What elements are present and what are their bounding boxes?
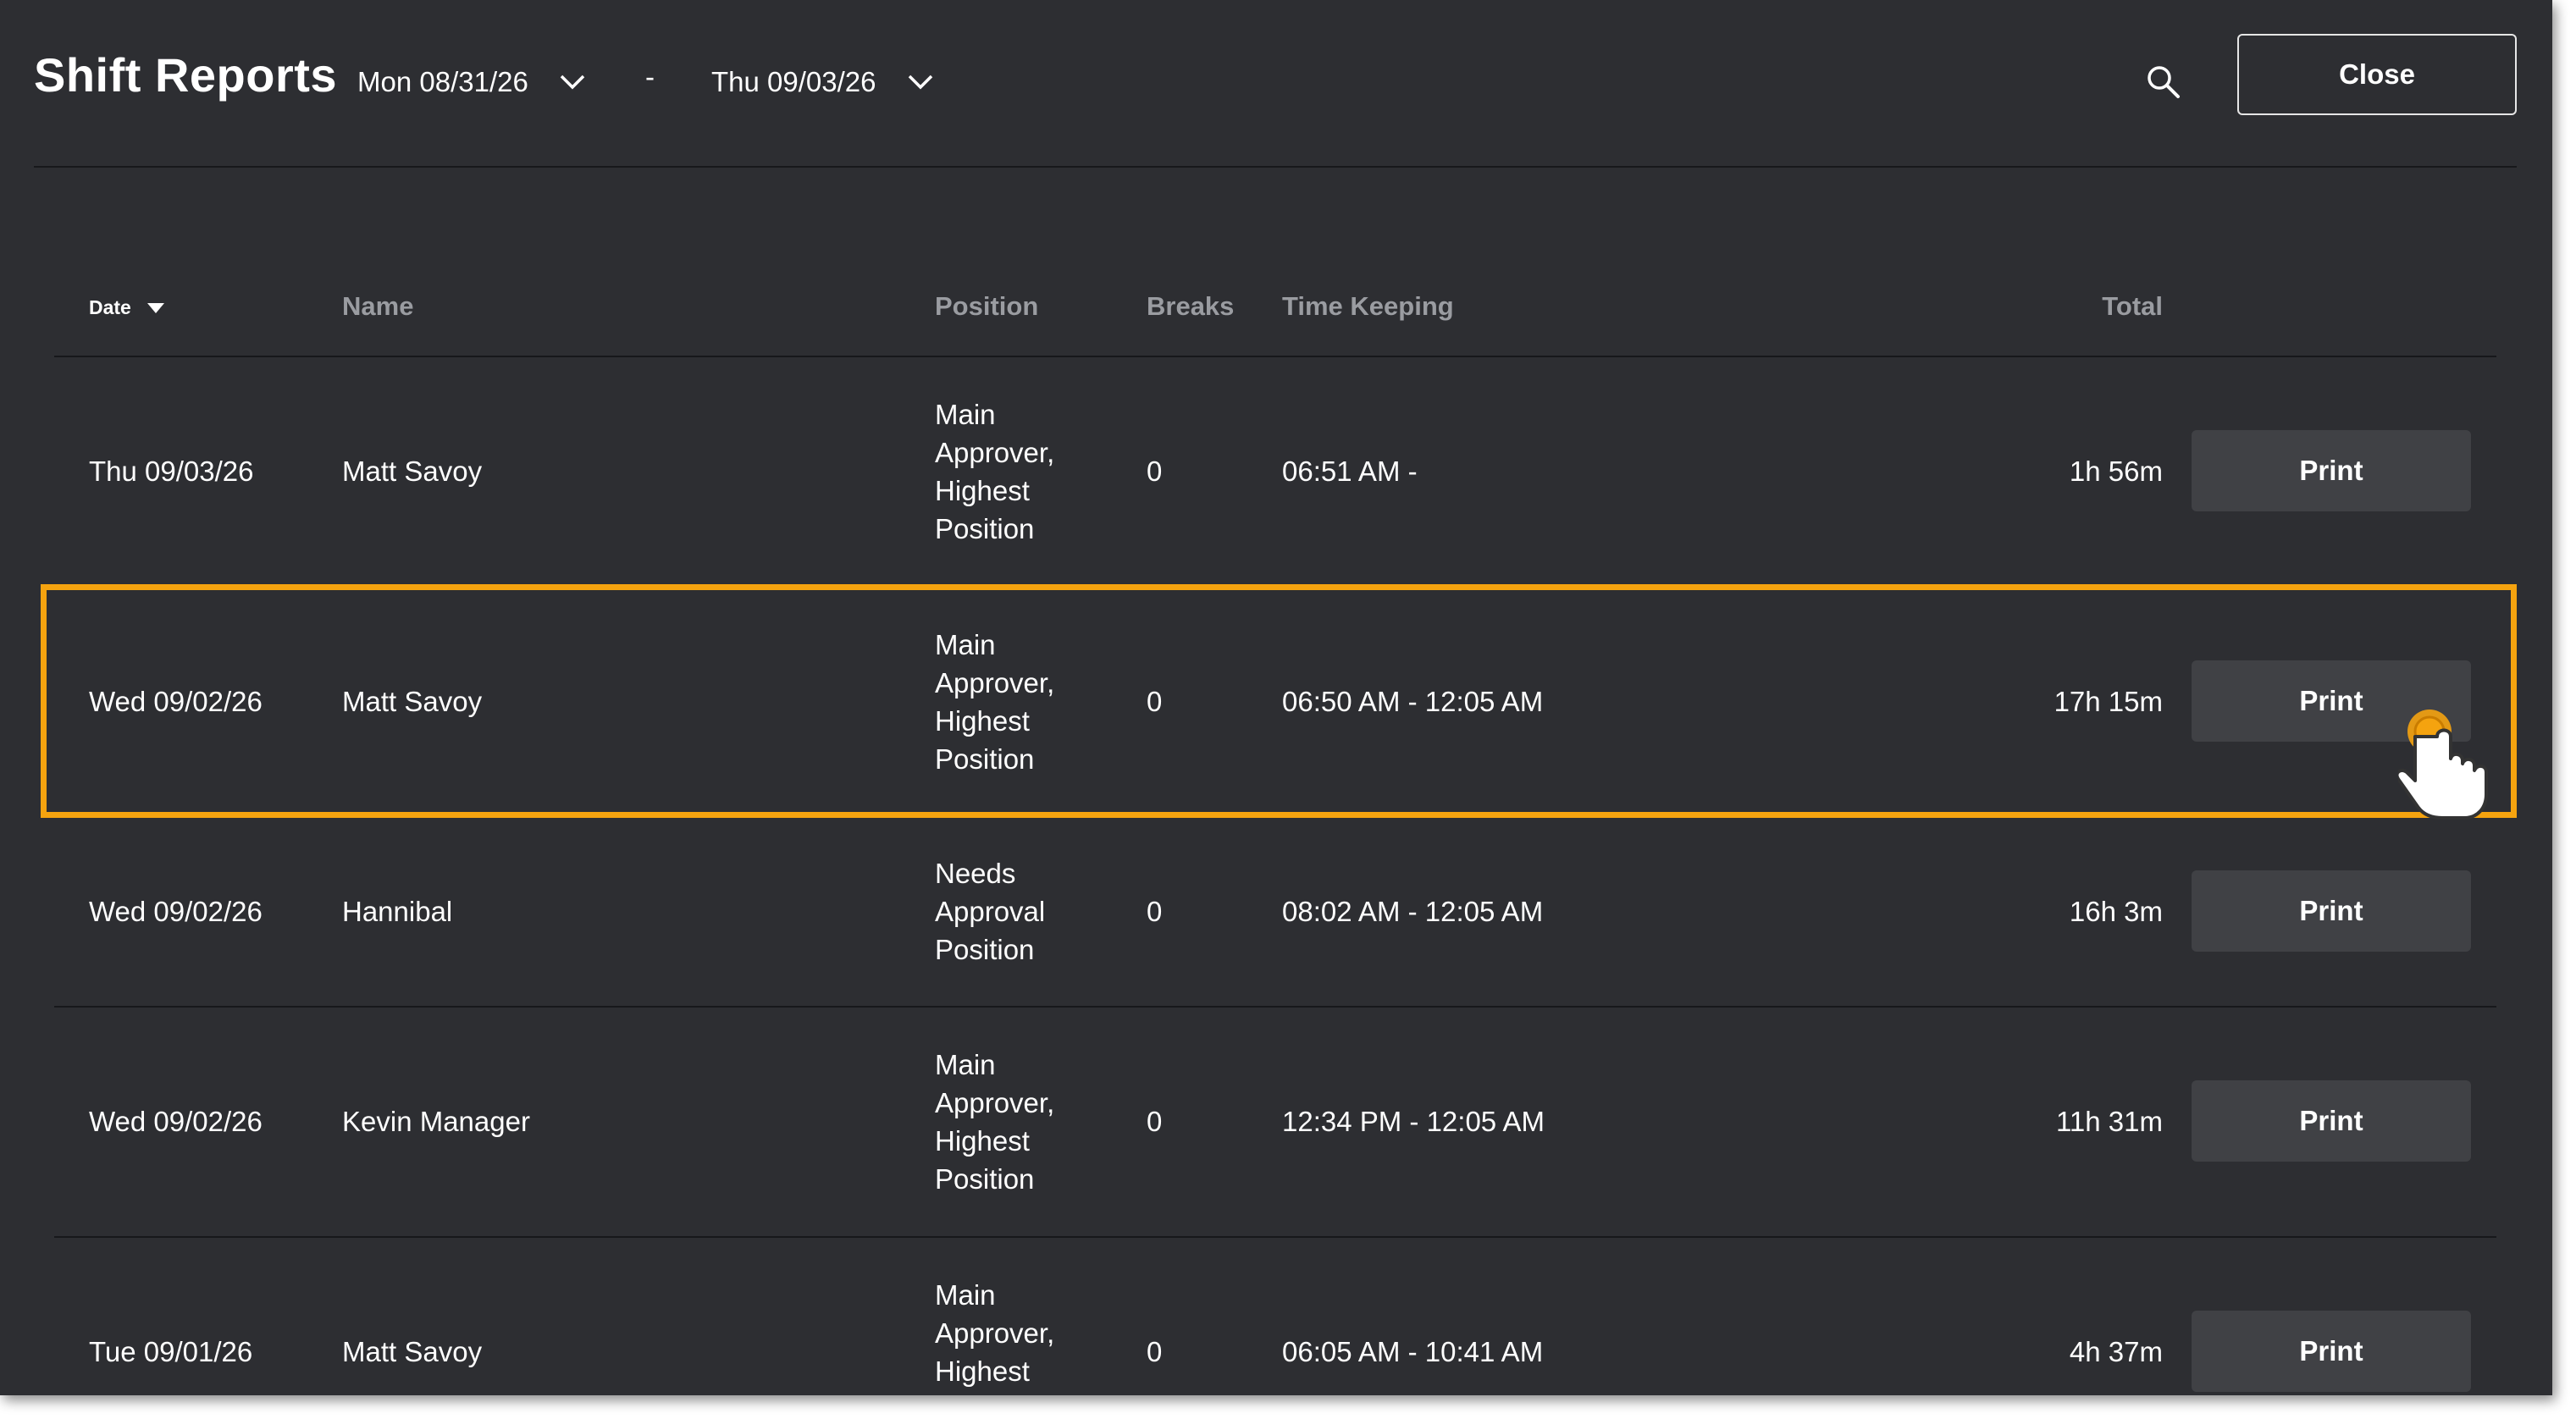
column-header-total: Total: [2102, 291, 2163, 321]
close-button[interactable]: Close: [2237, 34, 2517, 115]
chevron-down-icon: [560, 75, 585, 90]
row-date: Wed 09/02/26: [89, 1106, 263, 1137]
table-row: Thu 09/03/26 Matt Savoy Main Approver, H…: [54, 357, 2496, 586]
row-time-keeping: 12:34 PM - 12:05 AM: [1282, 1106, 1545, 1137]
table-row: Tue 09/01/26 Matt Savoy Main Approver, H…: [54, 1238, 2496, 1395]
row-breaks: 0: [1147, 686, 1163, 717]
start-date-select[interactable]: Mon 08/31/26: [357, 61, 586, 103]
print-button[interactable]: Print: [2192, 430, 2471, 511]
shift-reports-window: Shift Reports Mon 08/31/26 - Thu 09/03/2…: [0, 0, 2552, 1395]
row-time-keeping: 08:02 AM - 12:05 AM: [1282, 896, 1544, 927]
date-range-separator: -: [645, 61, 655, 92]
sort-desc-icon: [146, 302, 164, 313]
row-date: Wed 09/02/26: [89, 896, 263, 927]
row-breaks: 0: [1147, 1336, 1163, 1367]
column-header-time-keeping: Time Keeping: [1282, 291, 1454, 321]
row-total: 16h 3m: [2069, 896, 2163, 927]
row-name: Matt Savoy: [342, 456, 483, 487]
row-position: Main Approver, Highest Position: [935, 629, 1055, 775]
column-header-position: Position: [935, 291, 1039, 321]
row-date: Thu 09/03/26: [89, 456, 254, 487]
row-name: Hannibal: [342, 896, 453, 927]
column-header-name: Name: [342, 291, 414, 321]
row-name: Matt Savoy: [342, 686, 483, 717]
row-total: 11h 31m: [2056, 1106, 2163, 1137]
row-name: Kevin Manager: [342, 1106, 530, 1137]
row-breaks: 0: [1147, 1106, 1163, 1137]
chevron-down-icon: [908, 75, 932, 90]
row-date: Wed 09/02/26: [89, 686, 263, 717]
column-header-date-label: Date: [89, 296, 131, 318]
row-position: Needs Approval Position: [935, 858, 1046, 965]
start-date-value: Mon 08/31/26: [357, 66, 528, 97]
end-date-select[interactable]: Thu 09/03/26: [711, 61, 934, 103]
page-title: Shift Reports: [34, 48, 338, 102]
row-breaks: 0: [1147, 456, 1163, 487]
header-bar: Shift Reports Mon 08/31/26 - Thu 09/03/2…: [34, 0, 2517, 168]
row-total: 1h 56m: [2069, 456, 2163, 487]
column-header-breaks: Breaks: [1147, 291, 1235, 321]
print-button[interactable]: Print: [2192, 870, 2471, 952]
end-date-value: Thu 09/03/26: [711, 66, 876, 97]
print-button[interactable]: Print: [2192, 1311, 2471, 1392]
shift-reports-table: Date Name Position Breaks Time Keeping T…: [54, 254, 2496, 1395]
table-row: Wed 09/02/26 Hannibal Needs Approval Pos…: [54, 816, 2496, 1008]
search-icon[interactable]: [2142, 61, 2183, 102]
table-row: Wed 09/02/26 Kevin Manager Main Approver…: [54, 1008, 2496, 1238]
row-time-keeping: 06:51 AM -: [1282, 456, 1418, 487]
row-total: 17h 15m: [2054, 686, 2163, 717]
row-time-keeping: 06:05 AM - 10:41 AM: [1282, 1336, 1544, 1367]
row-position: Main Approver, Highest Position: [935, 1049, 1055, 1195]
row-position: Main Approver, Highest Position: [935, 1279, 1055, 1395]
row-date: Tue 09/01/26: [89, 1336, 253, 1367]
row-position: Main Approver, Highest Position: [935, 399, 1055, 544]
row-breaks: 0: [1147, 896, 1163, 927]
row-total: 4h 37m: [2069, 1336, 2163, 1367]
row-time-keeping: 06:50 AM - 12:05 AM: [1282, 686, 1544, 717]
print-button[interactable]: Print: [2192, 660, 2471, 742]
table-header: Date Name Position Breaks Time Keeping T…: [54, 254, 2496, 357]
table-row: Wed 09/02/26 Matt Savoy Main Approver, H…: [54, 586, 2496, 816]
print-button[interactable]: Print: [2192, 1080, 2471, 1162]
column-header-date[interactable]: Date: [89, 296, 165, 319]
row-name: Matt Savoy: [342, 1336, 483, 1367]
